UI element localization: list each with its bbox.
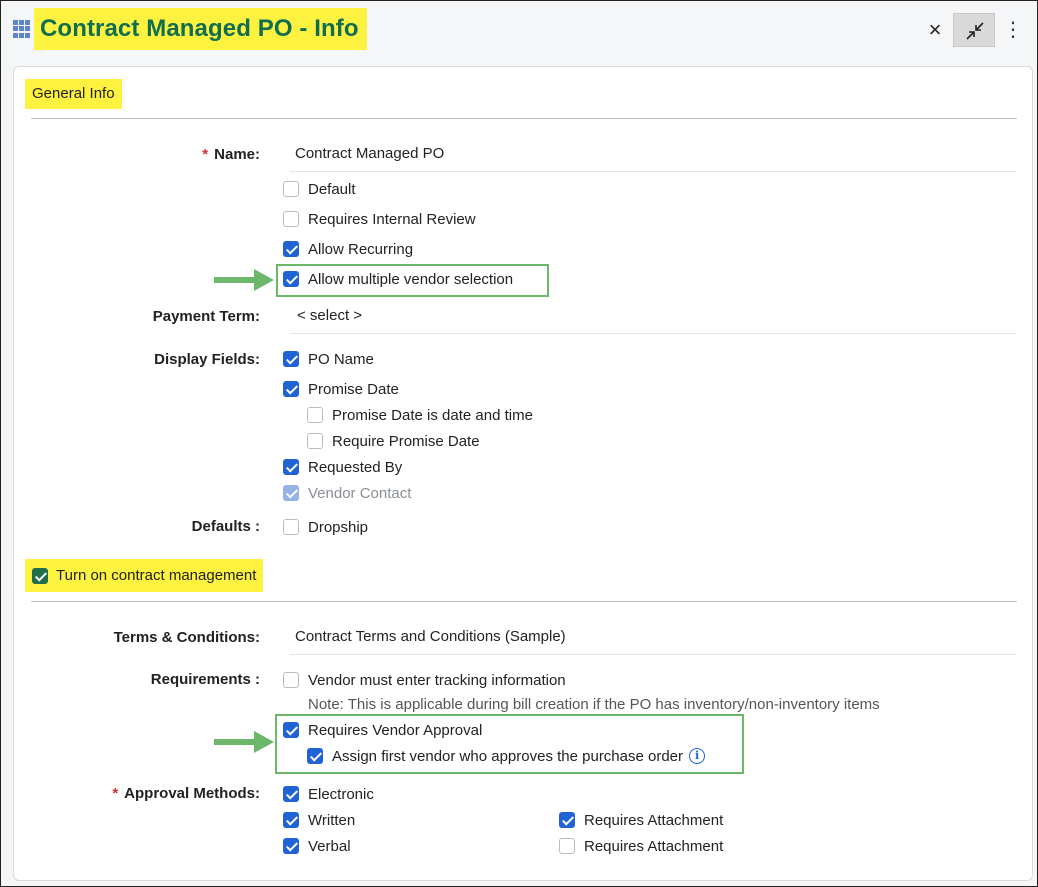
- collapse-button[interactable]: [953, 13, 995, 47]
- checkbox-label: Vendor must enter tracking information: [308, 671, 566, 689]
- checkbox-dropship[interactable]: Dropship: [283, 516, 368, 538]
- checkbox-requested-by[interactable]: Requested By: [283, 456, 402, 478]
- approval-label-text: Approval Methods:: [124, 785, 260, 802]
- checkbox-box[interactable]: [283, 519, 299, 535]
- checkbox-box[interactable]: [283, 381, 299, 397]
- info-card: General Info * Name: Contract Managed PO …: [13, 66, 1033, 881]
- required-marker: *: [112, 785, 119, 802]
- checkbox-box[interactable]: [283, 211, 299, 227]
- checkbox-vendor-tracking[interactable]: Vendor must enter tracking information: [283, 669, 566, 691]
- name-label: * Name:: [114, 146, 260, 163]
- checkbox-allow-recurring[interactable]: Allow Recurring: [283, 238, 413, 260]
- payment-term-label: Payment Term:: [152, 308, 260, 325]
- checkbox-label: Promise Date: [308, 380, 399, 398]
- checkbox-box[interactable]: [307, 407, 323, 423]
- divider: [31, 118, 1017, 119]
- checkbox-label: Written: [308, 811, 356, 829]
- window: Contract Managed PO - Info × ⋮ General I…: [0, 0, 1038, 887]
- callout-box: [276, 264, 549, 297]
- close-icon[interactable]: ×: [921, 16, 949, 44]
- checkbox-label: Require Promise Date: [332, 432, 480, 450]
- header: Contract Managed PO - Info × ⋮: [1, 1, 1037, 61]
- callout-box: [275, 714, 744, 774]
- checkbox-box[interactable]: [559, 812, 575, 828]
- checkbox-label: Default: [308, 180, 356, 198]
- arrow-right-icon: [214, 731, 274, 753]
- checkbox-require-promise-date[interactable]: Require Promise Date: [307, 430, 480, 452]
- checkbox-box[interactable]: [283, 351, 299, 367]
- divider: [31, 601, 1017, 602]
- checkbox-label: Vendor Contact: [308, 484, 412, 502]
- checkbox-label: Electronic: [308, 785, 374, 803]
- checkbox-label: Promise Date is date and time: [332, 406, 533, 424]
- checkbox-po-name[interactable]: PO Name: [283, 348, 374, 370]
- checkbox-written-attachment[interactable]: Requires Attachment: [559, 809, 723, 831]
- checkbox-verbal-attachment[interactable]: Requires Attachment: [559, 835, 723, 857]
- checkbox-box[interactable]: [283, 241, 299, 257]
- checkbox-requires-internal-review[interactable]: Requires Internal Review: [283, 208, 476, 230]
- checkbox-electronic[interactable]: Electronic: [283, 783, 374, 805]
- checkbox-written[interactable]: Written: [283, 809, 355, 831]
- checkbox-box[interactable]: [559, 838, 575, 854]
- checkbox-box[interactable]: [283, 672, 299, 688]
- checkbox-box[interactable]: [32, 567, 48, 584]
- checkbox-box[interactable]: [307, 433, 323, 449]
- name-underline: [290, 171, 1016, 172]
- checkbox-box[interactable]: [283, 459, 299, 475]
- terms-label: Terms & Conditions:: [113, 629, 260, 646]
- name-input[interactable]: Contract Managed PO: [295, 145, 444, 162]
- kebab-menu-icon[interactable]: ⋮: [1003, 16, 1023, 44]
- checkbox-vendor-contact: Vendor Contact: [283, 482, 411, 504]
- terms-underline: [290, 654, 1016, 655]
- checkbox-label: Verbal: [308, 837, 351, 855]
- checkbox-box[interactable]: [283, 786, 299, 802]
- display-fields-label: Display Fields:: [154, 351, 260, 368]
- grid-icon[interactable]: [13, 20, 31, 38]
- terms-select[interactable]: Contract Terms and Conditions (Sample): [295, 628, 566, 645]
- page-title: Contract Managed PO - Info: [34, 8, 367, 50]
- payment-term-select[interactable]: < select >: [297, 307, 362, 324]
- checkbox-label: Requested By: [308, 458, 403, 476]
- required-marker: *: [202, 146, 209, 163]
- checkbox-label: Requires Attachment: [584, 811, 724, 829]
- checkbox-default[interactable]: Default: [283, 178, 356, 200]
- checkbox-box[interactable]: [283, 838, 299, 854]
- arrow-right-icon: [214, 269, 274, 291]
- checkbox-promise-date[interactable]: Promise Date: [283, 378, 399, 400]
- defaults-label: Defaults :: [191, 518, 260, 535]
- checkbox-box: [283, 485, 299, 501]
- checkbox-label: Dropship: [308, 518, 369, 536]
- checkbox-verbal[interactable]: Verbal: [283, 835, 351, 857]
- name-label-text: Name:: [214, 146, 260, 163]
- collapse-icon: [966, 22, 984, 40]
- checkbox-box[interactable]: [283, 181, 299, 197]
- requirements-note: Note: This is applicable during bill cre…: [308, 696, 880, 713]
- requirements-label: Requirements :: [150, 671, 260, 688]
- checkbox-promise-date-time[interactable]: Promise Date is date and time: [307, 404, 533, 426]
- approval-methods-label: * Approval Methods:: [74, 785, 260, 802]
- payment-term-underline: [290, 333, 1016, 334]
- section-general-info: General Info: [25, 79, 122, 109]
- checkbox-label: Requires Internal Review: [308, 210, 476, 228]
- checkbox-label: Allow Recurring: [308, 240, 414, 258]
- contract-toggle-label: Turn on contract management: [56, 567, 257, 584]
- checkbox-label: PO Name: [308, 350, 374, 368]
- contract-management-toggle[interactable]: Turn on contract management: [25, 559, 264, 592]
- checkbox-label: Requires Attachment: [584, 837, 724, 855]
- checkbox-box[interactable]: [283, 812, 299, 828]
